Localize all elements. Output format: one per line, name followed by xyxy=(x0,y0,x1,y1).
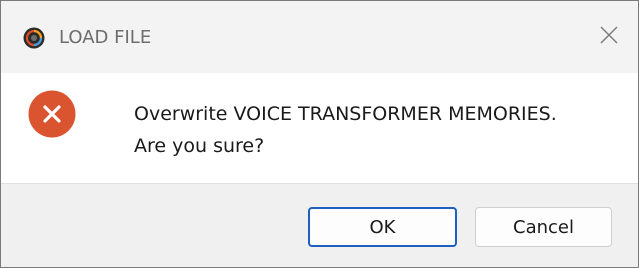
close-button[interactable] xyxy=(580,1,638,73)
ok-button[interactable]: OK xyxy=(308,207,457,247)
load-file-dialog: LOAD FILE Overwrite VOICE TRANSFORMER ME… xyxy=(0,0,639,268)
dialog-content: Overwrite VOICE TRANSFORMER MEMORIES. Ar… xyxy=(1,73,638,183)
dialog-message: Overwrite VOICE TRANSFORMER MEMORIES. Ar… xyxy=(134,98,557,162)
message-line-2: Are you sure? xyxy=(134,135,265,157)
close-icon xyxy=(599,25,619,49)
app-logo-icon xyxy=(23,27,45,49)
message-line-1: Overwrite VOICE TRANSFORMER MEMORIES. xyxy=(134,103,557,125)
button-bar: OK Cancel xyxy=(1,183,638,267)
window-title: LOAD FILE xyxy=(59,27,152,48)
title-bar: LOAD FILE xyxy=(1,1,638,73)
error-x-icon xyxy=(28,90,76,138)
cancel-button[interactable]: Cancel xyxy=(475,207,612,247)
